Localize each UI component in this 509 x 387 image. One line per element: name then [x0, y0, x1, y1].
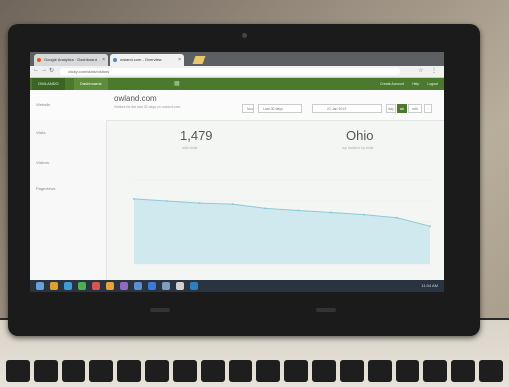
data-point[interactable]	[231, 203, 234, 206]
visits-chart	[116, 174, 436, 274]
chrome-icon[interactable]	[92, 282, 100, 290]
browser-tab[interactable]: Google Analytics · Dashboard ×	[34, 54, 108, 66]
location-value: Ohio	[346, 128, 374, 143]
favicon-icon	[113, 58, 117, 62]
nav-link-logout[interactable]: Logout	[427, 78, 438, 90]
back-icon[interactable]: ←	[33, 67, 39, 73]
app-icon[interactable]	[134, 282, 142, 290]
reload-icon[interactable]: ↻	[49, 67, 54, 74]
app-icon[interactable]	[162, 282, 170, 290]
browser-tab-active[interactable]: owland.com - Overview ×	[110, 54, 184, 66]
site-name: owland.com	[114, 94, 157, 103]
data-point[interactable]	[165, 200, 168, 202]
app-brand[interactable]: OWLANDO	[32, 78, 65, 90]
close-icon[interactable]: ×	[102, 54, 105, 66]
visits-area-chart	[133, 179, 431, 265]
data-point[interactable]	[330, 211, 333, 214]
nav-link-help[interactable]: Help	[412, 78, 419, 90]
ie-icon[interactable]	[64, 282, 72, 290]
address-bar: ← → ↻ clicky.com/stats/visitors ☆ ⋮	[30, 66, 444, 78]
sidebar-item-visits[interactable]: Visits	[36, 130, 45, 135]
location-caption: top location by visits	[342, 146, 374, 150]
hinge	[150, 308, 170, 312]
laptop-screen: Google Analytics · Dashboard × owland.co…	[30, 52, 444, 292]
system-tray-clock[interactable]: 11:04 AM	[421, 280, 438, 292]
data-point[interactable]	[133, 197, 135, 200]
range-label[interactable]: Nov	[242, 104, 254, 113]
favicon-icon	[37, 58, 41, 62]
site-subtitle: Visitors for the last 30 days on owland.…	[114, 105, 181, 109]
hinge	[316, 308, 336, 312]
area-fill	[134, 198, 430, 264]
sidebar-item-pageviews[interactable]: Pageviews	[36, 186, 55, 191]
data-point[interactable]	[396, 216, 399, 219]
sidebar-item-visitors[interactable]: Visitors	[36, 160, 49, 165]
app-navbar: OWLANDO Dashboards ▦ Create Account Help…	[30, 78, 444, 90]
nav-link-create-account[interactable]: Create Account	[380, 78, 404, 90]
browser-tab-label: Google Analytics · Dashboard	[44, 57, 97, 62]
segment-day[interactable]: day	[386, 104, 396, 113]
visits-value: 1,479	[180, 128, 213, 143]
webcam	[242, 33, 247, 38]
browser-tabbar: Google Analytics · Dashboard × owland.co…	[30, 52, 444, 66]
close-icon[interactable]: ×	[178, 54, 181, 66]
data-point[interactable]	[297, 209, 300, 212]
data-point[interactable]	[264, 207, 267, 210]
app-icon[interactable]	[176, 282, 184, 290]
new-tab-button[interactable]	[192, 56, 206, 64]
range-select[interactable]: Last 30 days	[258, 104, 302, 113]
data-point[interactable]	[429, 225, 431, 228]
next-arrow-icon[interactable]: ›	[424, 104, 432, 113]
nav-tab-dashboards[interactable]: Dashboards	[74, 78, 108, 90]
explorer-icon[interactable]	[50, 282, 58, 290]
app-icon[interactable]	[120, 282, 128, 290]
segment-week[interactable]: wk	[397, 104, 407, 113]
forward-icon[interactable]: →	[41, 67, 47, 73]
windows-taskbar: 11:04 AM	[30, 280, 444, 292]
segment-month[interactable]: mth	[408, 104, 422, 113]
browser-tab-label: owland.com - Overview	[120, 57, 162, 62]
store-icon[interactable]	[78, 282, 86, 290]
app-icon[interactable]	[148, 282, 156, 290]
site-header: Website owland.com Visitors for the last…	[30, 90, 444, 121]
start-icon[interactable]	[36, 282, 44, 290]
app-icon[interactable]	[190, 282, 198, 290]
keyboard-row	[6, 360, 503, 382]
data-point[interactable]	[198, 202, 201, 205]
visits-caption: total visits	[182, 146, 198, 150]
nav-right-links: Create Account Help Logout	[380, 78, 438, 90]
app-icon[interactable]	[106, 282, 114, 290]
grid-icon[interactable]: ▦	[174, 80, 180, 87]
date-picker[interactable]: 21 Jan 2019	[312, 104, 382, 113]
metrics-sidebar: Visits Visitors Pageviews	[30, 120, 107, 282]
url-field[interactable]: clicky.com/stats/visitors	[60, 68, 400, 75]
browser-menu-icon[interactable]: ☆ ⋮	[418, 67, 440, 74]
data-point[interactable]	[363, 213, 366, 216]
website-label: Website	[36, 102, 51, 107]
